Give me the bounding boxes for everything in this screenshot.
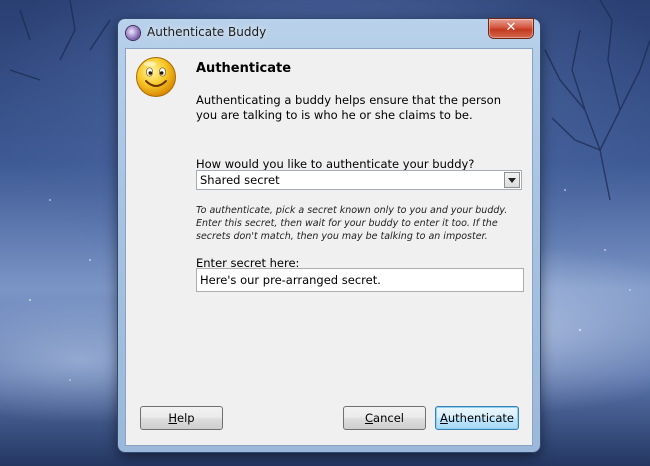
authenticate-accel: A [440,411,448,425]
method-question-label: How would you like to authenticate your … [196,157,475,171]
auth-method-dropdown[interactable]: Shared secret [196,170,522,190]
chevron-down-icon[interactable] [504,172,520,188]
secret-input[interactable] [196,268,524,292]
cancel-button[interactable]: Cancel [343,406,426,430]
close-button[interactable]: ✕ [489,19,533,38]
instructions-text: To authenticate, pick a secret known onl… [196,205,508,242]
close-icon: ✕ [505,20,517,35]
authenticate-buddy-window: Authenticate Buddy ✕ Authenticate Authen… [118,19,540,452]
cancel-accel: C [365,411,374,425]
intro-text: Authenticating a buddy helps ensure that… [196,93,502,122]
auth-method-selected: Shared secret [200,173,280,187]
authenticate-button[interactable]: Authenticate [435,406,519,430]
help-button[interactable]: Help [140,406,223,430]
help-accel: H [168,411,178,425]
cancel-label: ancel [373,411,404,425]
dialog-body: Authenticate Authenticating a buddy help… [126,49,532,445]
smiley-face-icon [136,57,176,97]
dialog-heading: Authenticate [196,61,292,76]
title-bar[interactable]: Authenticate Buddy ✕ [118,19,540,47]
help-label: elp [177,411,195,425]
authenticate-label: uthenticate [447,411,514,425]
pidgin-app-icon [126,26,140,40]
window-title: Authenticate Buddy [147,25,267,39]
